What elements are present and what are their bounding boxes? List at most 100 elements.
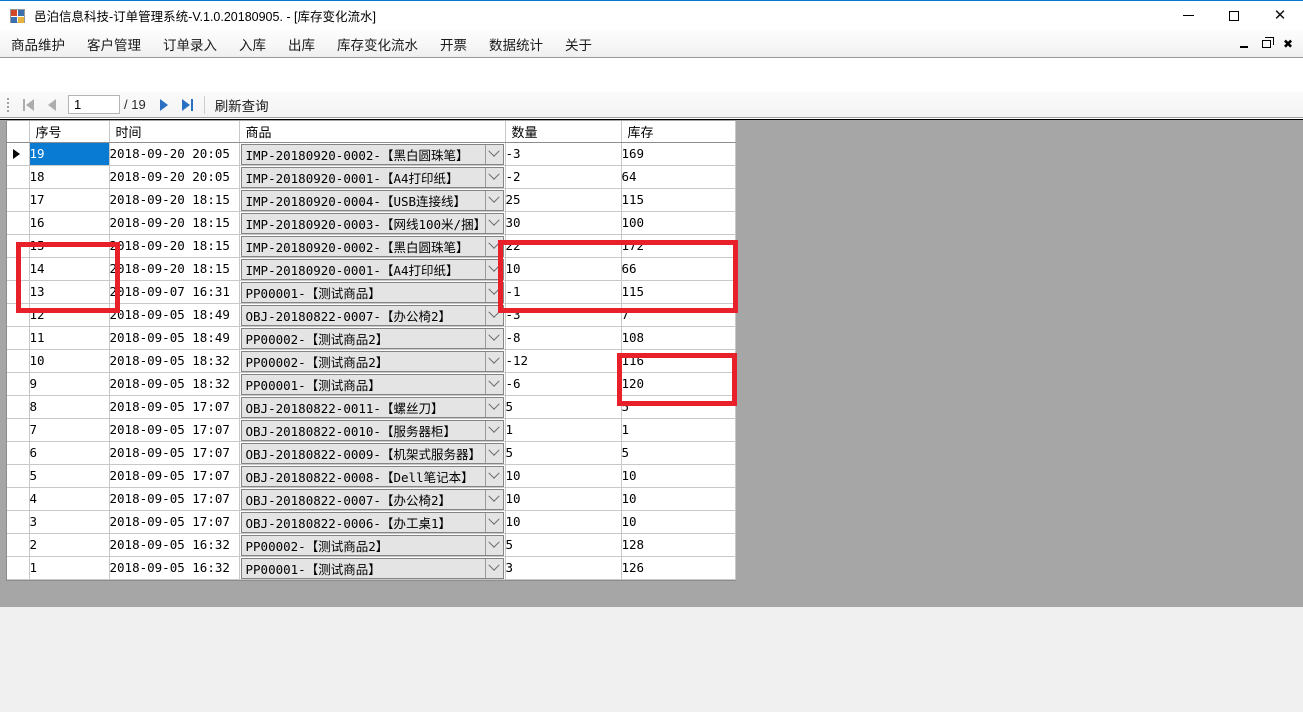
row-selector-cell[interactable] <box>7 349 30 373</box>
row-selector-cell[interactable] <box>7 487 30 511</box>
product-combobox[interactable]: OBJ-20180822-0010-【服务器柜】 <box>240 419 504 440</box>
product-dropdown-button[interactable] <box>484 489 503 509</box>
product-dropdown-button[interactable] <box>484 351 503 371</box>
cell-quantity[interactable]: 5 <box>505 533 622 557</box>
cell-quantity[interactable]: 22 <box>505 234 622 258</box>
cell-time[interactable]: 2018-09-05 16:32 <box>109 556 240 580</box>
table-row[interactable]: 9 2018-09-05 18:32 PP00001-【测试商品】 -6 120 <box>7 372 736 396</box>
cell-product[interactable]: IMP-20180920-0001-【A4打印纸】 <box>239 165 506 189</box>
cell-product[interactable]: PP00001-【测试商品】 <box>239 556 506 580</box>
table-row[interactable]: 16 2018-09-20 18:15 IMP-20180920-0003-【网线1… <box>7 211 736 235</box>
cell-quantity[interactable]: 5 <box>505 395 622 419</box>
row-selector-cell[interactable] <box>7 257 30 281</box>
cell-index[interactable]: 12 <box>29 303 110 327</box>
table-row[interactable]: 12 2018-09-05 18:49 OBJ-20180822-0007-【办公椅… <box>7 303 736 327</box>
cell-stock[interactable]: 116 <box>621 349 736 373</box>
cell-index[interactable]: 3 <box>29 510 110 534</box>
cell-quantity[interactable]: -2 <box>505 165 622 189</box>
row-selector-cell[interactable] <box>7 441 30 465</box>
cell-index[interactable]: 5 <box>29 464 110 488</box>
cell-quantity[interactable]: 25 <box>505 188 622 212</box>
menu-item-stock-out[interactable]: 出库 <box>277 30 326 58</box>
cell-product[interactable]: OBJ-20180822-0007-【办公椅2】 <box>239 487 506 511</box>
cell-time[interactable]: 2018-09-05 17:07 <box>109 395 240 419</box>
toolbar-grip-handle[interactable] <box>4 96 13 114</box>
cell-product[interactable]: OBJ-20180822-0010-【服务器柜】 <box>239 418 506 442</box>
product-combobox[interactable]: OBJ-20180822-0006-【办工桌1】 <box>240 511 504 532</box>
cell-quantity[interactable]: -3 <box>505 142 622 166</box>
cell-product[interactable]: OBJ-20180822-0009-【机架式服务器】 <box>239 441 506 465</box>
table-row[interactable]: 8 2018-09-05 17:07 OBJ-20180822-0011-【螺丝刀】… <box>7 395 736 419</box>
product-combobox[interactable]: OBJ-20180822-0007-【办公椅2】 <box>240 304 504 325</box>
product-dropdown-button[interactable] <box>484 558 503 578</box>
cell-index[interactable]: 8 <box>29 395 110 419</box>
cell-index[interactable]: 14 <box>29 257 110 281</box>
mdi-minimize-button[interactable] <box>1233 34 1255 54</box>
cell-index[interactable]: 11 <box>29 326 110 350</box>
window-maximize-button[interactable] <box>1211 1 1257 30</box>
cell-time[interactable]: 2018-09-05 16:32 <box>109 533 240 557</box>
cell-index[interactable]: 2 <box>29 533 110 557</box>
cell-quantity[interactable]: 10 <box>505 464 622 488</box>
product-combobox[interactable]: PP00001-【测试商品】 <box>240 557 504 578</box>
cell-stock[interactable]: 100 <box>621 211 736 235</box>
cell-product[interactable]: IMP-20180920-0003-【网线100米/捆】 <box>239 211 506 235</box>
product-dropdown-button[interactable] <box>484 259 503 279</box>
menu-item-order-entry[interactable]: 订单录入 <box>152 30 228 58</box>
product-dropdown-button[interactable] <box>484 374 503 394</box>
table-row[interactable]: 11 2018-09-05 18:49 PP00002-【测试商品2】 -8 108 <box>7 326 736 350</box>
cell-time[interactable]: 2018-09-05 17:07 <box>109 441 240 465</box>
product-dropdown-button[interactable] <box>484 512 503 532</box>
menu-item-invoicing[interactable]: 开票 <box>429 30 478 58</box>
cell-time[interactable]: 2018-09-05 18:49 <box>109 303 240 327</box>
cell-quantity[interactable]: -12 <box>505 349 622 373</box>
product-dropdown-button[interactable] <box>484 190 503 210</box>
table-row[interactable]: 19 2018-09-20 20:05 IMP-20180920-0002-【黑白圆… <box>7 142 736 166</box>
cell-time[interactable]: 2018-09-05 18:32 <box>109 372 240 396</box>
cell-index[interactable]: 10 <box>29 349 110 373</box>
cell-stock[interactable]: 10 <box>621 464 736 488</box>
cell-index[interactable]: 15 <box>29 234 110 258</box>
cell-time[interactable]: 2018-09-05 17:07 <box>109 487 240 511</box>
table-row[interactable]: 15 2018-09-20 18:15 IMP-20180920-0002-【黑白圆… <box>7 234 736 258</box>
cell-index[interactable]: 9 <box>29 372 110 396</box>
cell-stock[interactable]: 120 <box>621 372 736 396</box>
product-combobox[interactable]: PP00002-【测试商品2】 <box>240 350 504 371</box>
cell-product[interactable]: IMP-20180920-0004-【USB连接线】 <box>239 188 506 212</box>
last-page-button[interactable] <box>176 94 200 116</box>
inventory-change-data-grid[interactable]: 序号 时间 商品 数量 库存 19 2018-09-20 20:05 IMP-201… <box>6 121 736 581</box>
cell-time[interactable]: 2018-09-05 17:07 <box>109 510 240 534</box>
cell-stock[interactable]: 115 <box>621 280 736 304</box>
first-page-button[interactable] <box>16 94 40 116</box>
cell-stock[interactable]: 5 <box>621 395 736 419</box>
product-combobox[interactable]: OBJ-20180822-0011-【螺丝刀】 <box>240 396 504 417</box>
product-dropdown-button[interactable] <box>484 535 503 555</box>
product-combobox[interactable]: IMP-20180920-0001-【A4打印纸】 <box>240 166 504 187</box>
row-selector-cell[interactable] <box>7 211 30 235</box>
mdi-restore-button[interactable] <box>1255 34 1277 54</box>
cell-quantity[interactable]: 10 <box>505 510 622 534</box>
menu-item-stock-in[interactable]: 入库 <box>228 30 277 58</box>
product-combobox[interactable]: IMP-20180920-0002-【黑白圆珠笔】 <box>240 235 504 256</box>
row-selector-cell[interactable] <box>7 234 30 258</box>
cell-index[interactable]: 19 <box>29 142 110 166</box>
cell-stock[interactable]: 108 <box>621 326 736 350</box>
cell-quantity[interactable]: 5 <box>505 441 622 465</box>
cell-quantity[interactable]: 3 <box>505 556 622 580</box>
product-dropdown-button[interactable] <box>484 466 503 486</box>
row-selector-cell[interactable] <box>7 510 30 534</box>
row-selector-cell[interactable] <box>7 533 30 557</box>
cell-time[interactable]: 2018-09-20 18:15 <box>109 188 240 212</box>
cell-product[interactable]: PP00002-【测试商品2】 <box>239 326 506 350</box>
cell-stock[interactable]: 1 <box>621 418 736 442</box>
table-row[interactable]: 17 2018-09-20 18:15 IMP-20180920-0004-【USB… <box>7 188 736 212</box>
product-dropdown-button[interactable] <box>484 213 503 233</box>
cell-product[interactable]: IMP-20180920-0002-【黑白圆珠笔】 <box>239 142 506 166</box>
cell-product[interactable]: OBJ-20180822-0006-【办工桌1】 <box>239 510 506 534</box>
product-combobox[interactable]: IMP-20180920-0004-【USB连接线】 <box>240 189 504 210</box>
cell-quantity[interactable]: -1 <box>505 280 622 304</box>
table-row[interactable]: 1 2018-09-05 16:32 PP00001-【测试商品】 3 126 <box>7 556 736 580</box>
product-dropdown-button[interactable] <box>484 144 503 164</box>
row-selector-cell[interactable] <box>7 326 30 350</box>
row-selector-cell[interactable] <box>7 303 30 327</box>
